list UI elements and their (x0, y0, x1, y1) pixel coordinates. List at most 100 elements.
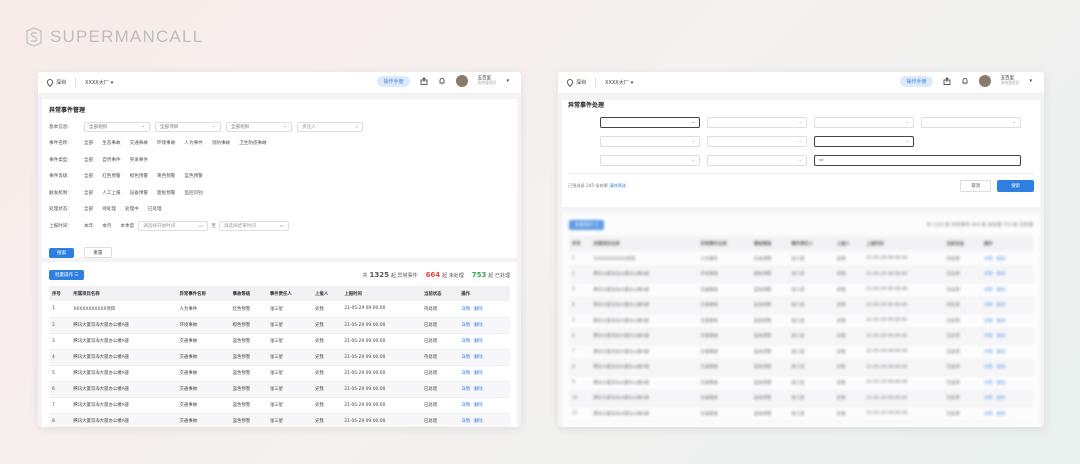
delete-link[interactable]: 删除 (997, 350, 1006, 355)
user-info[interactable]: 五百里 系统管理员 (1001, 76, 1020, 86)
location-selector[interactable]: 深圳 (566, 78, 586, 87)
table-row[interactable]: 6 腾讯大厦滨海大厦办公楼A座 交通事故 蓝色预警 张三星 史我 21-05-29 09:0… (569, 328, 1033, 345)
delete-link[interactable]: 删除 (997, 365, 1006, 370)
delete-link[interactable]: 删除 (997, 257, 1006, 262)
detail-link[interactable]: 详情 (984, 334, 993, 339)
caret-down-icon[interactable]: ▾ (1029, 78, 1032, 84)
table-row[interactable]: 7 腾讯大厦滨海大厦办公楼A座 交通事故 蓝色预警 张三星 史我 21-05-29 09:0… (49, 397, 510, 414)
project-select[interactable]: 全部项目 ⌄ (155, 121, 221, 132)
user-info[interactable]: 五百里 系统管理员 (478, 76, 497, 86)
table-row[interactable]: 10 腾讯大厦滨海大厦办公楼A座 交通事故 蓝色预警 张三星 史我 21-05-29 09:… (569, 390, 1033, 407)
trigger-select[interactable]: ⌄ (600, 154, 700, 166)
filter-option[interactable]: 生态事故 (102, 140, 120, 146)
date-range-input[interactable]: ▭ (814, 154, 1021, 166)
export-icon[interactable] (943, 77, 951, 85)
delete-link[interactable]: 删除 (474, 323, 483, 328)
filter-option[interactable]: 红色预警 (102, 173, 120, 179)
delete-link[interactable]: 删除 (997, 319, 1006, 324)
delete-link[interactable]: 删除 (997, 412, 1006, 417)
filter-option[interactable]: 人为事件 (184, 140, 202, 146)
building-selector[interactable]: XXXX大厂 ▾ (85, 79, 113, 87)
delete-link[interactable]: 删除 (997, 334, 1006, 339)
event-level-select[interactable]: ⌄ (814, 135, 914, 147)
table-row[interactable]: 1 XXXXXXXXXXX项目 人为事件 红色预警 张三星 史我 21-05-29 09:0… (49, 301, 510, 318)
avatar[interactable] (978, 75, 991, 87)
delete-link[interactable]: 删除 (997, 288, 1006, 293)
org-select[interactable]: ⌄ (814, 116, 914, 128)
delete-link[interactable]: 删除 (997, 381, 1006, 386)
filter-option[interactable]: 待处理 (102, 206, 116, 212)
end-time-input[interactable]: 请选择结束时间 ▭ (218, 221, 289, 232)
filter-option[interactable]: 本季度 (120, 223, 134, 229)
search-button[interactable]: 搜索 (997, 180, 1034, 192)
detail-link[interactable]: 详情 (984, 288, 993, 293)
project-select[interactable]: ⌄ (707, 116, 807, 128)
batch-button[interactable]: 批量操作 ☰ (49, 270, 85, 280)
filter-option[interactable]: 自然事件 (102, 157, 120, 163)
detail-link[interactable]: 详情 (984, 350, 993, 355)
filter-option[interactable]: 消防事故 (212, 140, 230, 146)
reset-button[interactable]: 重置 (84, 247, 112, 259)
table-row[interactable]: 4 腾讯大厦滨海大厦办公楼A座 交通事故 蓝色预警 张三星 史我 21-05-29 09:0… (569, 297, 1033, 314)
detail-link[interactable]: 详情 (461, 323, 470, 328)
table-row[interactable]: 4 腾讯大厦滨海大厦办公楼A座 交通事故 蓝色预警 张三星 史我 21-05-29 09:0… (49, 349, 510, 366)
detail-link[interactable]: 详情 (461, 419, 470, 424)
filter-option[interactable]: 全部 (84, 206, 93, 212)
status-select[interactable]: ⌄ (707, 154, 807, 166)
table-row[interactable]: 11 腾讯大厦滨海大厦办公楼A座 交通事故 蓝色预警 张三星 史我 21-05-29 09:… (569, 406, 1033, 422)
delete-link[interactable]: 删除 (997, 396, 1006, 401)
filter-option[interactable]: 监控识别 (184, 190, 202, 196)
table-row[interactable]: 8 腾讯大厦滨海大厦办公楼A座 交通事故 蓝色预警 张三星 史我 21-05-29 09:0… (569, 359, 1033, 376)
export-icon[interactable] (420, 77, 428, 85)
filter-option[interactable]: 全部 (84, 157, 93, 163)
filter-option[interactable]: 橙色预警 (130, 173, 148, 179)
filter-option[interactable]: 交通事故 (130, 140, 148, 146)
detail-link[interactable]: 详情 (984, 412, 993, 417)
event-name-select[interactable]: ⌄ (600, 135, 700, 147)
cancel-button[interactable]: 取消 (960, 180, 992, 192)
clear-filter-link[interactable]: 清除筛选 (609, 183, 626, 188)
detail-link[interactable]: 详情 (984, 319, 993, 324)
filter-option[interactable]: 处理中 (125, 206, 139, 212)
table-row[interactable]: 5 腾讯大厦滨海大厦办公楼A座 交通事故 蓝色预警 张三星 史我 21-05-29 09:0… (569, 313, 1033, 329)
detail-link[interactable]: 详情 (984, 272, 993, 277)
bell-icon[interactable] (961, 77, 969, 85)
delete-link[interactable]: 删除 (474, 419, 483, 424)
bell-icon[interactable] (438, 77, 446, 85)
filter-option[interactable]: 全部 (84, 173, 93, 179)
delete-link[interactable]: 删除 (474, 339, 483, 344)
detail-link[interactable]: 详情 (461, 339, 470, 344)
start-time-input[interactable]: 请选择开始时间 ▭ (138, 221, 209, 232)
batch-button[interactable]: 批量操作 ☰ (569, 220, 605, 230)
delete-link[interactable]: 删除 (474, 403, 483, 408)
org-select[interactable]: 全部组织 ⌄ (84, 121, 150, 132)
filter-option[interactable]: 本月 (102, 223, 111, 229)
table-row[interactable]: 5 腾讯大厦滨海大厦办公楼A座 交通事故 蓝色预警 张三星 史我 21-05-29 09:0… (49, 365, 510, 382)
table-row[interactable]: 3 腾讯大厦滨海大厦办公楼A座 交通事故 蓝色预警 张三星 史我 21-05-29 09:0… (569, 282, 1033, 298)
filter-option[interactable]: 全部 (84, 140, 93, 146)
table-row[interactable]: 7 腾讯大厦滨海大厦办公楼A座 交通事故 蓝色预警 张三星 史我 21-05-29 09:0… (569, 344, 1033, 360)
table-row[interactable]: 2 腾讯大厦滨海大厦办公楼A座 环境事故 橙色预警 张三星 史我 21-05-29 09:0… (49, 317, 510, 334)
filter-option[interactable]: 全部 (84, 190, 93, 196)
table-row[interactable]: 9 腾讯大厦滨海大厦办公楼A座 交通事故 蓝色预警 张三星 史我 21-05-29 09:0… (569, 375, 1033, 391)
detail-link[interactable]: 详情 (461, 403, 470, 408)
filter-option[interactable]: 面板预警 (157, 190, 175, 196)
detail-link[interactable]: 详情 (984, 257, 993, 262)
detail-link[interactable]: 详情 (461, 355, 470, 360)
filter-option[interactable]: 突发事件 (130, 157, 148, 163)
org-select-2[interactable]: ⌄ (921, 116, 1021, 128)
location-selector[interactable]: 深圳 (46, 78, 66, 87)
filter-option[interactable]: 已处理 (148, 206, 162, 212)
filter-option[interactable]: 卫生防疫事故 (239, 140, 267, 146)
building-selector[interactable]: XXXX大厂 ▾ (605, 79, 633, 87)
filter-option[interactable]: 蓝色预警 (184, 173, 202, 179)
search-button[interactable]: 搜索 (49, 247, 75, 258)
owner-search-input[interactable]: 责任人 ⌕ (297, 121, 363, 132)
avatar[interactable] (455, 75, 468, 87)
delete-link[interactable]: 删除 (474, 307, 483, 312)
delete-link[interactable]: 删除 (474, 355, 483, 360)
detail-link[interactable]: 详情 (984, 381, 993, 386)
detail-link[interactable]: 详情 (984, 303, 993, 308)
filter-option[interactable]: 本年 (84, 223, 93, 229)
table-row[interactable]: 2 腾讯大厦滨海大厦办公楼A座 环境事故 橙色预警 张三星 史我 21-05-29 09:0… (569, 266, 1033, 283)
